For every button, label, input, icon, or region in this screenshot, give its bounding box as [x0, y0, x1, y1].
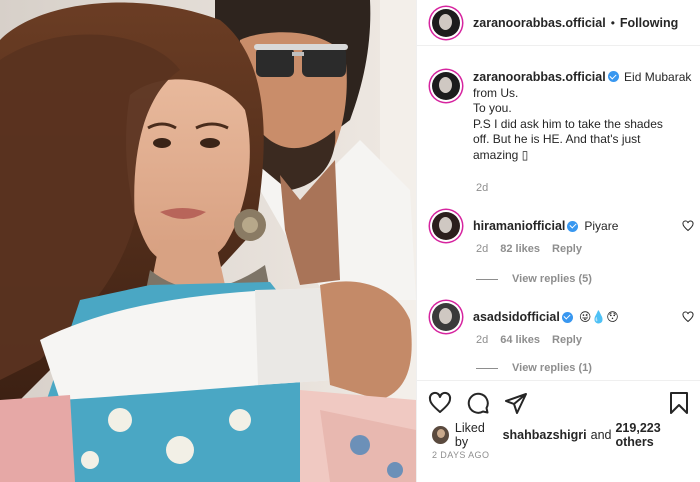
- caption-username[interactable]: zaranoorabbas.official: [473, 70, 606, 84]
- caption-timestamp: 2d: [476, 182, 489, 194]
- caption-text-line-0: Eid Mubarak: [624, 70, 692, 84]
- post-actions-section: Liked by shahbazshigri and 219,223 other…: [417, 380, 700, 482]
- following-button[interactable]: Following: [620, 16, 678, 30]
- comment-text: Piyare: [584, 219, 619, 233]
- view-replies-line: [476, 278, 498, 280]
- comment-meta: 2d 64 likes Reply: [476, 334, 582, 346]
- liker-username[interactable]: shahbazshigri: [503, 428, 587, 442]
- heart-icon[interactable]: [428, 391, 452, 415]
- view-replies-button[interactable]: View replies (5): [476, 273, 592, 285]
- header-separator: •: [610, 15, 615, 30]
- caption-text-line-5: amazing ▯: [473, 147, 529, 162]
- comment-reply-button[interactable]: Reply: [552, 334, 582, 346]
- comment-meta: 2d 82 likes Reply: [476, 243, 582, 255]
- post-date: 2 DAYS AGO: [432, 450, 490, 460]
- comment-avatar[interactable]: [432, 303, 460, 331]
- comment-avatar[interactable]: [432, 212, 460, 240]
- author-avatar[interactable]: [432, 8, 460, 37]
- post-caption: zaranoorabbas.official Eid Mubarak from …: [432, 70, 694, 163]
- comment-username[interactable]: asadsidofficial: [473, 310, 560, 324]
- likes-summary: Liked by shahbazshigri and 219,223 other…: [432, 421, 700, 449]
- photo-illustration: [0, 0, 416, 482]
- verified-badge-icon: [607, 71, 619, 82]
- author-username[interactable]: zaranoorabbas.official: [473, 16, 606, 30]
- view-replies-label: View replies (1): [512, 362, 592, 374]
- comment-likes[interactable]: 82 likes: [500, 243, 540, 255]
- view-replies-label: View replies (5): [512, 273, 592, 285]
- caption-text-line-1: from Us.: [473, 85, 519, 100]
- comment-item: asadsidofficial 😜💧😯 2d 64 likes Reply Vi…: [432, 303, 694, 374]
- likes-count[interactable]: 219,223 others: [615, 421, 697, 449]
- verified-badge-icon: [561, 311, 573, 323]
- verified-badge-icon: [567, 220, 579, 232]
- comment-username[interactable]: hiramaniofficial: [473, 219, 565, 233]
- post-header: zaranoorabbas.official • Following: [417, 0, 700, 46]
- instagram-post: zaranoorabbas.official • Following zaran…: [0, 0, 700, 482]
- caption-text-line-2: To you.: [473, 101, 512, 115]
- comment-like-heart-icon[interactable]: [682, 311, 694, 323]
- comment-time: 2d: [476, 243, 489, 255]
- caption-author-avatar[interactable]: [432, 72, 460, 100]
- comment-icon[interactable]: [466, 391, 490, 415]
- comment-item: hiramaniofficial Piyare 2d 82 likes Repl…: [432, 212, 694, 285]
- post-side-panel: zaranoorabbas.official • Following zaran…: [416, 0, 700, 482]
- post-photo[interactable]: [0, 0, 416, 482]
- action-buttons: [428, 391, 528, 415]
- view-replies-line: [476, 367, 498, 369]
- comment-text: 😜💧😯: [578, 310, 619, 324]
- likes-prefix: Liked by: [454, 421, 485, 449]
- likes-middle: and: [590, 428, 612, 442]
- comment-reply-button[interactable]: Reply: [552, 243, 582, 255]
- view-replies-button[interactable]: View replies (1): [476, 362, 592, 374]
- caption-text-line-3: P.S I did ask him to take the shades: [473, 116, 663, 131]
- caption-text-line-4: off. But he is HE. And that's just: [473, 132, 641, 146]
- caption-body: zaranoorabbas.official Eid Mubarak from …: [473, 70, 693, 163]
- comment-likes[interactable]: 64 likes: [500, 334, 540, 346]
- bookmark-icon[interactable]: [667, 391, 691, 415]
- liker-avatar[interactable]: [432, 426, 449, 444]
- share-icon[interactable]: [504, 391, 528, 415]
- comment-like-heart-icon[interactable]: [682, 220, 694, 232]
- comment-time: 2d: [476, 334, 489, 346]
